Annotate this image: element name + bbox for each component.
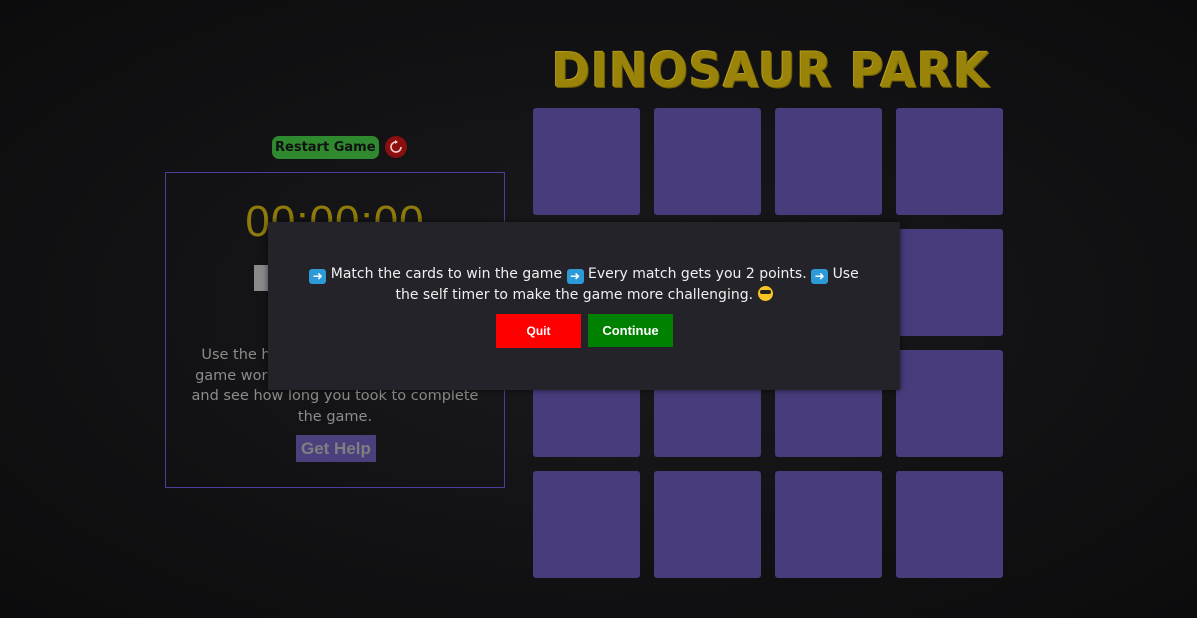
- instruction-points: Every match gets you 2 points.: [587, 266, 807, 282]
- instructions-modal: ➜ Match the cards to win the game ➜ Ever…: [268, 222, 900, 390]
- game-title: DINOSAUR PARK: [551, 41, 991, 99]
- memory-card[interactable]: [775, 108, 882, 215]
- continue-button[interactable]: Continue: [588, 314, 673, 347]
- instructions-text: ➜ Match the cards to win the game ➜ Ever…: [308, 264, 860, 306]
- quit-button[interactable]: Quit: [496, 314, 581, 348]
- instruction-match: Match the cards to win the game: [330, 266, 563, 282]
- memory-card[interactable]: [654, 471, 761, 578]
- right-arrow-icon: ➜: [566, 269, 584, 284]
- restart-game-button[interactable]: Restart Game: [272, 135, 379, 159]
- memory-card[interactable]: [533, 471, 640, 578]
- right-arrow-icon: ➜: [811, 269, 829, 284]
- memory-card[interactable]: [654, 108, 761, 215]
- sunglasses-emoji-icon: [757, 286, 773, 301]
- memory-card[interactable]: [533, 108, 640, 215]
- memory-card[interactable]: [896, 471, 1003, 578]
- memory-card[interactable]: [896, 229, 1003, 336]
- instruction-use: Use: [832, 266, 859, 282]
- memory-card[interactable]: [896, 350, 1003, 457]
- memory-card[interactable]: [896, 108, 1003, 215]
- memory-card[interactable]: [775, 471, 882, 578]
- refresh-icon[interactable]: [384, 136, 407, 158]
- modal-buttons: Quit Continue: [496, 314, 673, 348]
- get-help-button[interactable]: Get Help: [296, 435, 376, 462]
- restart-controls: Restart Game: [272, 135, 407, 159]
- right-arrow-icon: ➜: [309, 269, 327, 284]
- instruction-timer: the self timer to make the game more cha…: [395, 287, 754, 303]
